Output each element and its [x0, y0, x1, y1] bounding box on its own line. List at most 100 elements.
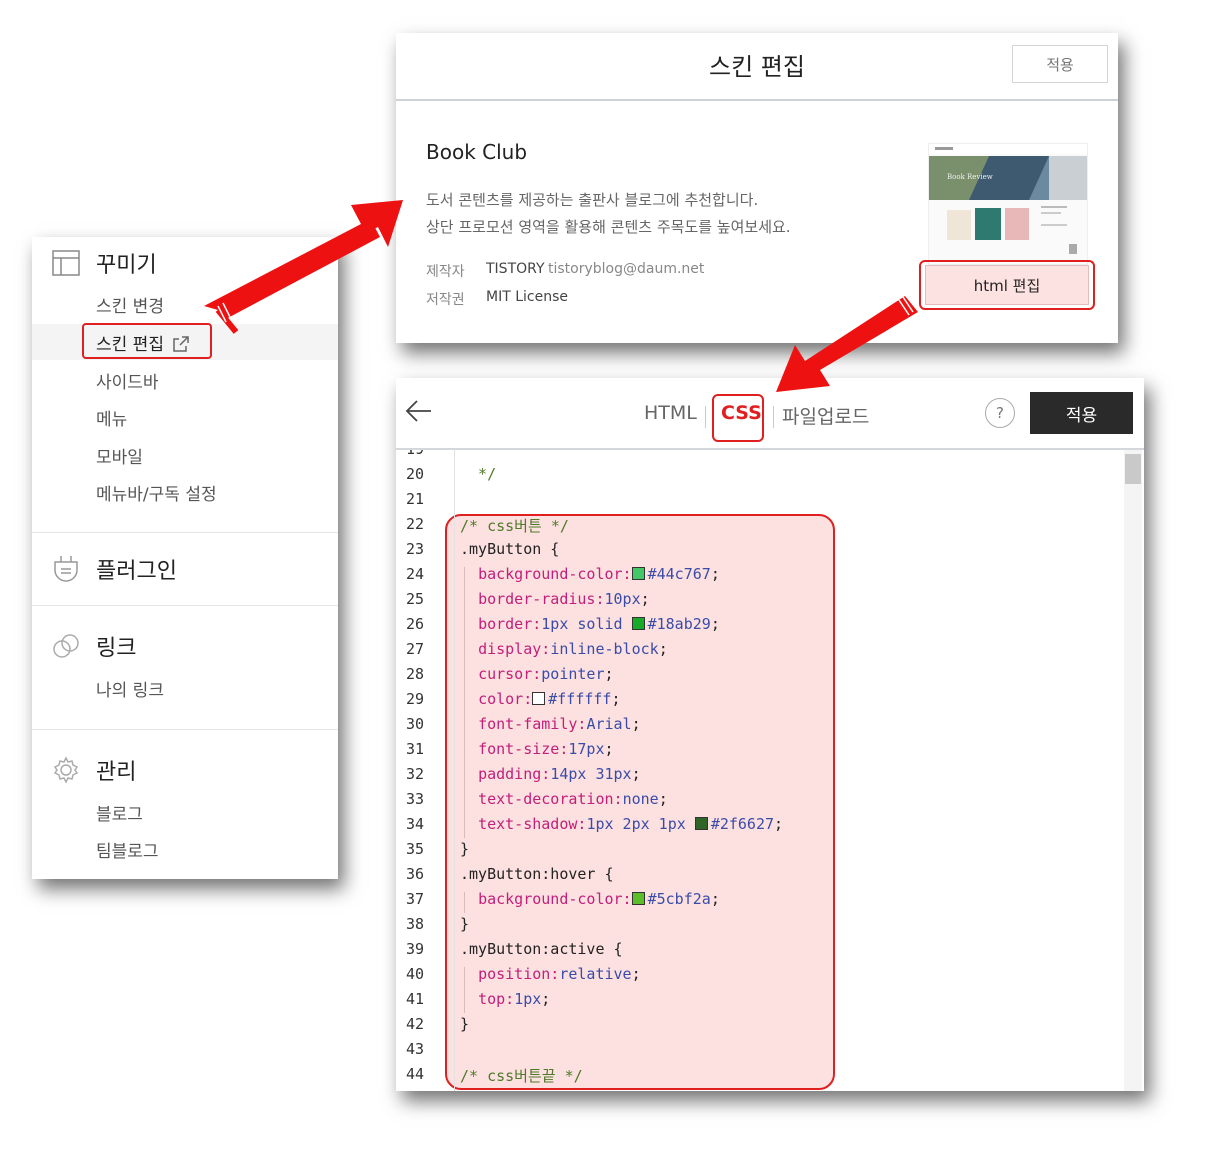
code-line: }	[460, 1015, 470, 1033]
line-number: 19	[396, 450, 424, 458]
tab-divider	[705, 406, 706, 428]
line-number: 25	[405, 590, 424, 608]
layout-icon	[52, 249, 80, 277]
line-number: 41	[405, 990, 424, 1008]
line-number: 32	[405, 765, 424, 783]
code-line: }	[460, 840, 470, 858]
skin-name: Book Club	[426, 140, 528, 164]
page-title: 스킨 편집	[709, 53, 805, 81]
sidebar-section-title: 플러그인	[96, 559, 177, 584]
code-editor-panel: HTML CSS 파일업로드 ? 적용 19 * 20 */ 21 22 /* css버…	[396, 378, 1144, 1091]
code-area[interactable]: 19 *20 */2122/* css버튼 */23.myButton {24 …	[396, 450, 1144, 1091]
link-icon	[52, 632, 80, 660]
sidebar-section-title: 관리	[96, 760, 137, 785]
indent-guide	[464, 567, 465, 838]
gutter-divider	[454, 450, 455, 1091]
sidebar-item-sidebar[interactable]: 사이드바	[96, 368, 159, 393]
line-number: 27	[405, 640, 424, 658]
code-line: position:relative;	[478, 965, 641, 983]
skin-thumbnail: Book Review	[928, 143, 1088, 265]
line-number: 24	[405, 565, 424, 583]
code-line: text-shadow:1px 2px 1px #2f6627;	[478, 815, 784, 833]
code-line: */	[460, 465, 497, 483]
header-divider	[396, 99, 1118, 101]
indent-guide	[464, 967, 465, 1013]
line-number: 36	[405, 865, 424, 883]
line-number: 35	[405, 840, 424, 858]
line-number: 22	[405, 515, 424, 533]
code-line: font-size:17px;	[478, 740, 614, 758]
code-line: .myButton {	[460, 540, 560, 558]
code-line: text-decoration:none;	[478, 790, 668, 808]
gear-icon	[52, 756, 80, 784]
line-number: 33	[405, 790, 424, 808]
sidebar-section-title: 링크	[96, 636, 137, 661]
tab-html[interactable]: HTML	[644, 402, 697, 424]
line-number: 40	[405, 965, 424, 983]
sidebar-item-menu[interactable]: 메뉴	[96, 405, 127, 430]
code-line: top:1px;	[478, 990, 551, 1008]
sidebar-item-menubar-subscribe[interactable]: 메뉴바/구독 설정	[96, 480, 217, 505]
line-number: 23	[405, 540, 424, 558]
indent-guide	[464, 892, 465, 913]
sidebar-divider	[32, 729, 338, 730]
code-line: font-family:Arial;	[478, 715, 641, 733]
help-button[interactable]: ?	[985, 398, 1015, 428]
sidebar-divider	[32, 605, 338, 606]
author-email: tistoryblog@daum.net	[548, 261, 705, 277]
line-number: 34	[405, 815, 424, 833]
code-line: border-radius:10px;	[478, 590, 650, 608]
code-line: /* css버튼끝 */	[460, 1067, 583, 1085]
line-number: 43	[405, 1040, 424, 1058]
code-line: }	[460, 915, 470, 933]
sidebar-section-plugin[interactable]: 플러그인	[52, 553, 177, 585]
css-tab-highlight	[712, 394, 764, 442]
sidebar-item-team-blog[interactable]: 팀블로그	[96, 837, 159, 862]
line-number: 31	[405, 740, 424, 758]
sidebar-section-title: 꾸미기	[96, 253, 157, 278]
thumbnail-caption: Book Review	[947, 173, 993, 181]
line-number: 42	[405, 1015, 424, 1033]
line-number: 20	[405, 465, 424, 483]
sidebar-item-skin-change[interactable]: 스킨 변경	[96, 292, 164, 317]
line-number: 30	[405, 715, 424, 733]
sidebar-item-my-link[interactable]: 나의 링크	[96, 676, 164, 701]
code-line: display:inline-block;	[478, 640, 668, 658]
scrollbar-thumb[interactable]	[1125, 454, 1141, 484]
line-number: 26	[405, 615, 424, 633]
apply-button[interactable]: 적용	[1012, 45, 1108, 83]
sidebar-section-manage[interactable]: 관리	[52, 754, 136, 786]
skin-edit-panel: 스킨 편집 적용 Book Club 도서 콘텐츠를 제공하는 출판사 블로그에…	[396, 33, 1118, 343]
author-name: TISTORY	[486, 261, 545, 277]
skin-description-line: 상단 프로모션 영역을 활용해 콘텐츠 주목도를 높여보세요.	[426, 218, 791, 236]
html-edit-highlight	[919, 260, 1095, 310]
scrollbar-track[interactable]	[1124, 450, 1142, 1091]
author-label: 제작자	[426, 264, 465, 280]
code-line: *	[460, 450, 487, 458]
line-number: 21	[405, 490, 424, 508]
sidebar-section-customize[interactable]: 꾸미기	[52, 247, 157, 279]
skin-edit-highlight	[82, 323, 212, 359]
back-arrow-icon[interactable]	[404, 396, 434, 426]
code-line: background-color: #5cbf2a;	[478, 890, 720, 908]
apply-button[interactable]: 적용	[1030, 392, 1133, 434]
skin-description-line: 도서 콘텐츠를 제공하는 출판사 블로그에 추천합니다.	[426, 191, 759, 209]
license-value: MIT License	[486, 289, 568, 305]
code-line: /* css버튼 */	[460, 517, 569, 535]
sidebar-item-mobile[interactable]: 모바일	[96, 443, 143, 468]
code-line: cursor:pointer;	[478, 665, 614, 683]
admin-sidebar: 꾸미기 스킨 변경 스킨 편집 사이드바 메뉴 모바일 메뉴바/구독 설정 플러…	[32, 237, 338, 879]
line-number: 29	[405, 690, 424, 708]
code-line: .myButton:hover {	[460, 865, 614, 883]
code-line: color: #ffffff;	[478, 690, 621, 708]
sidebar-section-link[interactable]: 링크	[52, 630, 136, 662]
tab-file-upload[interactable]: 파일업로드	[782, 402, 869, 429]
line-number: 28	[405, 665, 424, 683]
editor-toolbar: HTML CSS 파일업로드 ? 적용	[396, 378, 1144, 450]
code-line: border:1px solid #18ab29;	[478, 615, 720, 633]
tab-divider	[773, 406, 774, 428]
line-number: 39	[405, 940, 424, 958]
line-number: 38	[405, 915, 424, 933]
sidebar-item-blog[interactable]: 블로그	[96, 800, 143, 825]
code-line: .myButton:active {	[460, 940, 623, 958]
